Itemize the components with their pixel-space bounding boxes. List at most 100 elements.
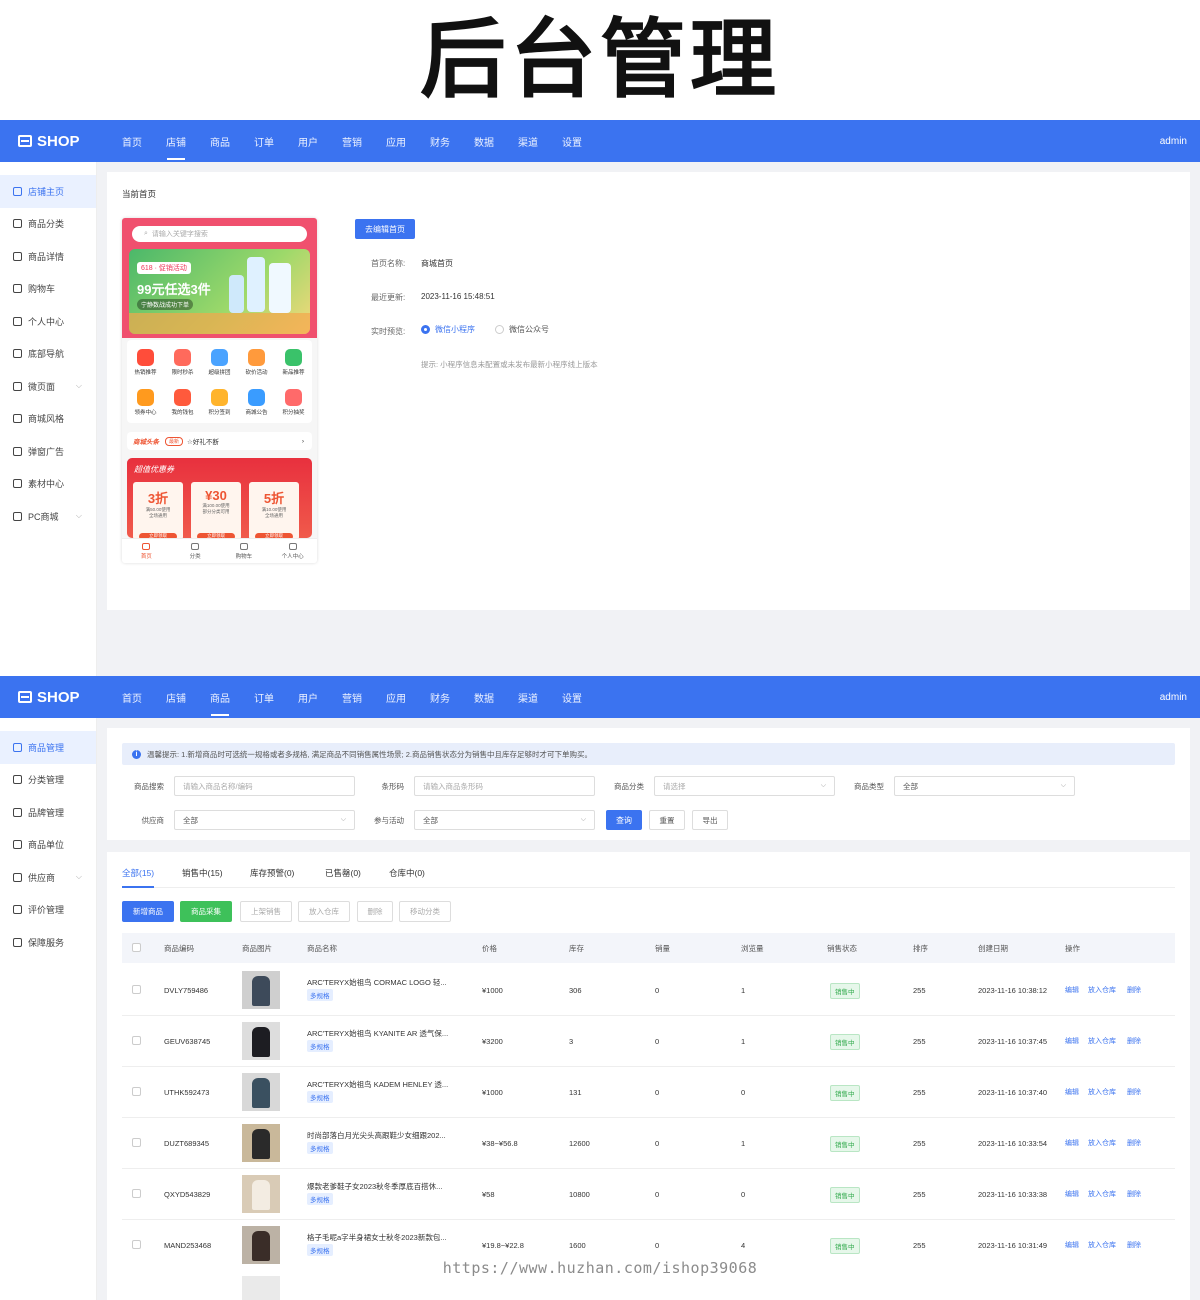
sidebar-item[interactable]: 素材中心 <box>0 468 96 501</box>
nav-item[interactable]: 商品 <box>198 120 242 162</box>
grid-item[interactable]: 我的钱包 <box>164 389 201 416</box>
sidebar-item[interactable]: 个人中心 <box>0 305 96 338</box>
row-action-warehouse[interactable]: 放入仓库 <box>1088 985 1116 995</box>
preview-option-miniapp[interactable]: 微信小程序 <box>421 324 475 335</box>
row-action-edit[interactable]: 编辑 <box>1065 1189 1079 1199</box>
sidebar-item[interactable]: 商品分类 <box>0 208 96 241</box>
grid-item[interactable]: 热销推荐 <box>127 349 164 376</box>
status-tab[interactable]: 全部(15) <box>122 867 155 888</box>
row-action-delete[interactable]: 删除 <box>1127 1036 1141 1046</box>
nav-item[interactable]: 用户 <box>286 120 330 162</box>
grid-item[interactable]: 领券中心 <box>127 389 164 416</box>
status-tab[interactable]: 销售中(15) <box>182 867 223 888</box>
row-checkbox[interactable] <box>132 985 141 994</box>
tabbar-item[interactable]: 分类 <box>171 539 220 563</box>
grid-item[interactable]: 新品推荐 <box>275 349 312 376</box>
grid-item[interactable]: 砍价活动 <box>238 349 275 376</box>
nav-item[interactable]: 应用 <box>374 676 418 718</box>
row-action-warehouse[interactable]: 放入仓库 <box>1088 1138 1116 1148</box>
logo-2[interactable]: SHOP <box>0 689 100 706</box>
row-action-delete[interactable]: 删除 <box>1127 1087 1141 1097</box>
search-input[interactable]: 请输入商品名称/编码 <box>174 776 355 796</box>
coupon-card[interactable]: ¥30 满100.00使用 部分分类可用 立即领取 <box>191 482 241 540</box>
nav-item[interactable]: 首页 <box>110 120 154 162</box>
product-name[interactable]: 格子毛呢a字半身裙女士秋冬2023新款包... <box>307 1232 447 1243</box>
nav-item[interactable]: 营销 <box>330 120 374 162</box>
row-action-edit[interactable]: 编辑 <box>1065 1087 1079 1097</box>
sidebar-item[interactable]: 供应商 ⌵ <box>0 861 96 894</box>
sidebar-item[interactable]: 底部导航 <box>0 338 96 371</box>
select-all-checkbox[interactable] <box>132 943 141 952</box>
sidebar-item[interactable]: 购物车 <box>0 273 96 306</box>
coupon-card[interactable]: 3折 满50.00使用 全场通用 立即领取 <box>133 482 183 540</box>
sidebar-item[interactable]: 店铺主页 <box>0 175 96 208</box>
product-name[interactable]: ARC'TERYX始祖鸟 KADEM HENLEY 透... <box>307 1079 448 1090</box>
nav-item[interactable]: 订单 <box>242 120 286 162</box>
product-name[interactable]: ARC'TERYX始祖鸟 CORMAC LOGO 轻... <box>307 977 447 988</box>
row-action-warehouse[interactable]: 放入仓库 <box>1088 1240 1116 1250</box>
grid-item[interactable]: 积分抽奖 <box>275 389 312 416</box>
nav-item[interactable]: 首页 <box>110 676 154 718</box>
sidebar-item[interactable]: 商城风格 <box>0 403 96 436</box>
row-action-delete[interactable]: 删除 <box>1127 1138 1141 1148</box>
coupon-card[interactable]: 5折 满10.00使用 全场通用 立即领取 <box>249 482 299 540</box>
row-action-warehouse[interactable]: 放入仓库 <box>1088 1087 1116 1097</box>
supplier-select[interactable]: 全部 ⌵ <box>174 810 355 830</box>
row-action-edit[interactable]: 编辑 <box>1065 1036 1079 1046</box>
row-action-delete[interactable]: 删除 <box>1127 985 1141 995</box>
export-button[interactable]: 导出 <box>692 810 728 830</box>
nav-item[interactable]: 财务 <box>418 120 462 162</box>
nav-item[interactable]: 渠道 <box>506 120 550 162</box>
nav-item[interactable]: 财务 <box>418 676 462 718</box>
preview-option-official[interactable]: 微信公众号 <box>495 324 549 335</box>
row-action-edit[interactable]: 编辑 <box>1065 1240 1079 1250</box>
sidebar-item[interactable]: 品牌管理 <box>0 796 96 829</box>
sidebar-item[interactable]: 商品单位 <box>0 829 96 862</box>
status-tab[interactable]: 已售罄(0) <box>325 867 361 888</box>
sidebar-item[interactable]: 保障服务 <box>0 926 96 959</box>
query-button[interactable]: 查询 <box>606 810 642 830</box>
row-action-edit[interactable]: 编辑 <box>1065 1138 1079 1148</box>
grid-item[interactable]: 限时秒杀 <box>164 349 201 376</box>
status-tab[interactable]: 库存预警(0) <box>250 867 294 888</box>
row-checkbox[interactable] <box>132 1087 141 1096</box>
status-tab[interactable]: 仓库中(0) <box>389 867 425 888</box>
grid-item[interactable]: 商城公告 <box>238 389 275 416</box>
grid-item[interactable]: 超级拼团 <box>201 349 238 376</box>
product-name[interactable]: 爆款老爹鞋子女2023秋冬季厚底百搭休... <box>307 1181 442 1192</box>
action-button[interactable]: 删除 <box>357 901 393 922</box>
reset-button[interactable]: 重置 <box>649 810 685 830</box>
row-action-edit[interactable]: 编辑 <box>1065 985 1079 995</box>
row-checkbox[interactable] <box>132 1138 141 1147</box>
tabbar-item[interactable]: 首页 <box>122 539 171 563</box>
tabbar-item[interactable]: 个人中心 <box>268 539 317 563</box>
news-bar[interactable]: 商城头条 最新 ☆好礼不断 › <box>127 432 312 450</box>
row-action-warehouse[interactable]: 放入仓库 <box>1088 1036 1116 1046</box>
action-button[interactable]: 放入仓库 <box>298 901 350 922</box>
row-checkbox[interactable] <box>132 1036 141 1045</box>
nav-item[interactable]: 设置 <box>550 676 594 718</box>
sidebar-item[interactable]: PC商城 ⌵ <box>0 500 96 533</box>
nav-item[interactable]: 应用 <box>374 120 418 162</box>
sidebar-item[interactable]: 弹窗广告 <box>0 435 96 468</box>
row-checkbox[interactable] <box>132 1189 141 1198</box>
action-button[interactable]: 新增商品 <box>122 901 174 922</box>
action-button[interactable]: 移动分类 <box>399 901 451 922</box>
nav-item[interactable]: 营销 <box>330 676 374 718</box>
nav-item[interactable]: 商品 <box>198 676 242 718</box>
nav-item[interactable]: 数据 <box>462 676 506 718</box>
product-name[interactable]: 时尚部落白月光尖头高跟鞋少女细跟202... <box>307 1130 446 1141</box>
logo[interactable]: SHOP <box>0 133 100 150</box>
nav-item[interactable]: 店铺 <box>154 120 198 162</box>
sidebar-item[interactable]: 微页面 ⌵ <box>0 370 96 403</box>
type-select[interactable]: 全部 ⌵ <box>894 776 1075 796</box>
edit-home-button[interactable]: 去编辑首页 <box>355 219 415 239</box>
action-button[interactable]: 商品采集 <box>180 901 232 922</box>
nav-item[interactable]: 数据 <box>462 120 506 162</box>
sidebar-item[interactable]: 分类管理 <box>0 764 96 797</box>
user-menu[interactable]: admin <box>1160 136 1187 147</box>
row-action-delete[interactable]: 删除 <box>1127 1189 1141 1199</box>
nav-item[interactable]: 设置 <box>550 120 594 162</box>
action-button[interactable]: 上架销售 <box>240 901 292 922</box>
barcode-input[interactable]: 请输入商品条形码 <box>414 776 595 796</box>
